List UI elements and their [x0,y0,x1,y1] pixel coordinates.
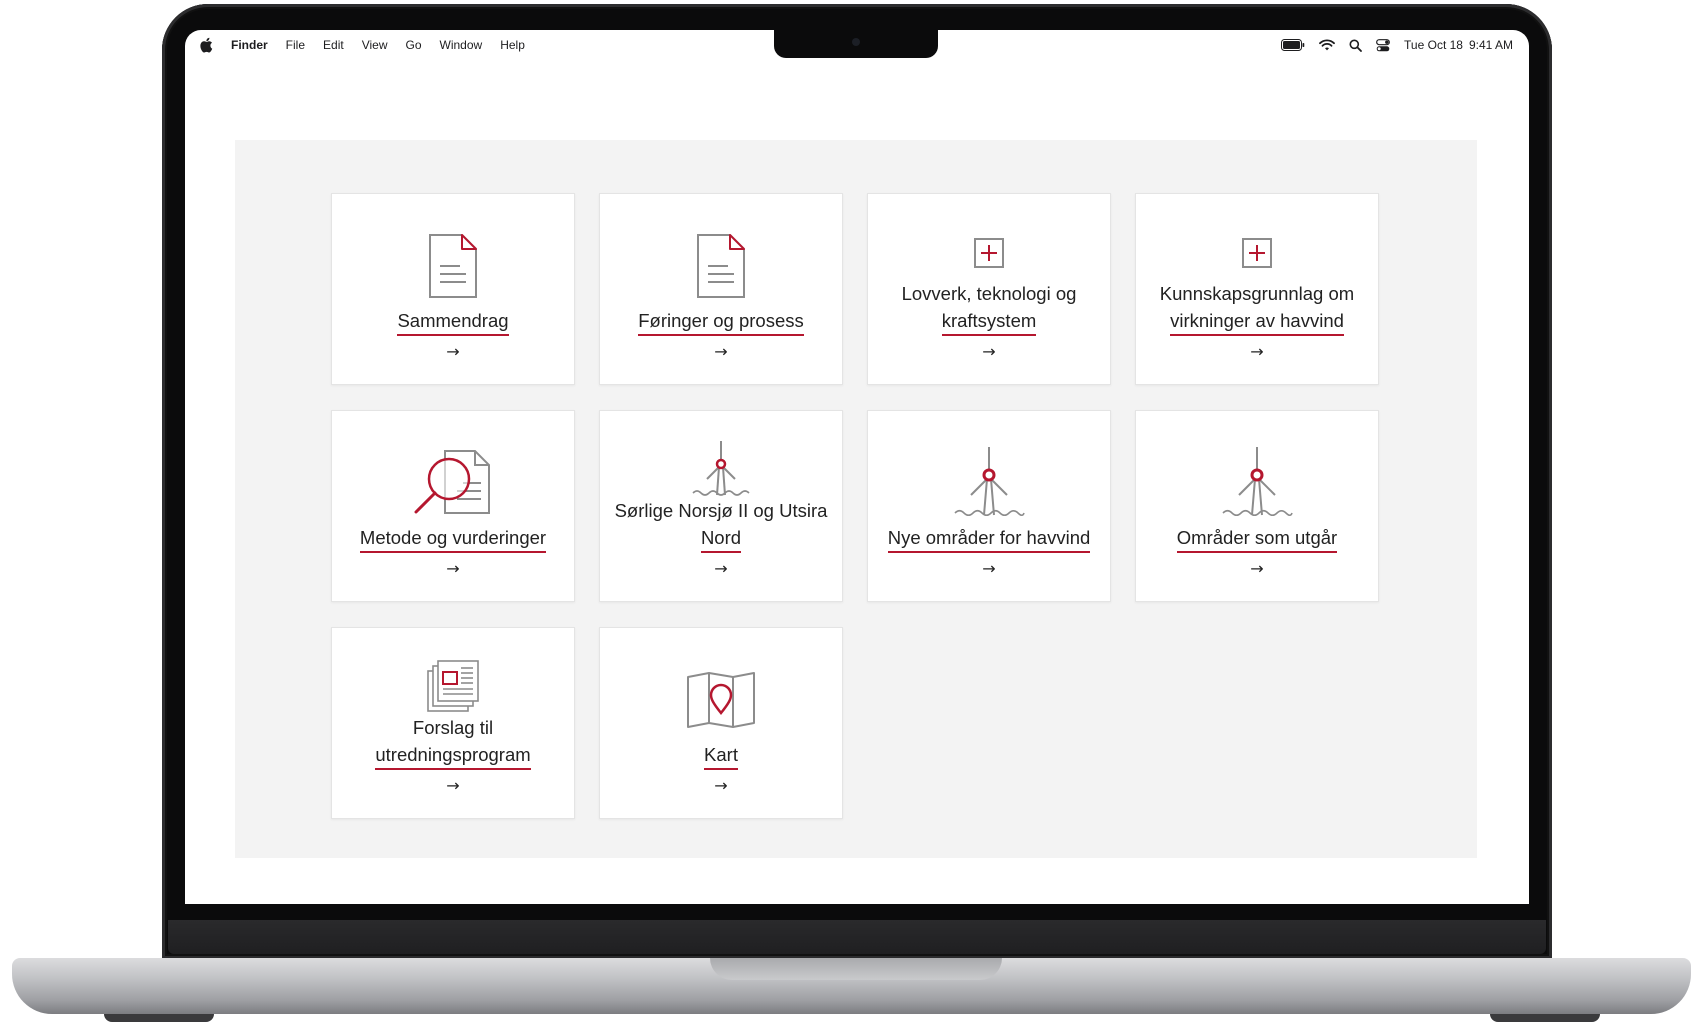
card-sammendrag[interactable]: Sammendrag → [331,193,575,385]
magnifier-document-icon [332,449,574,515]
arrow-right-icon: → [446,776,460,795]
card-label: Sammendrag [342,307,564,336]
card-forslag-til-utredningsprogram[interactable]: Forslag til utredningsprogram → [331,627,575,819]
card-label: Lovverk, teknologi og kraftsystem [878,280,1100,336]
card-label: Kart [610,741,832,770]
card-metode-og-vurderinger[interactable]: Metode og vurderinger → [331,410,575,602]
card-sorlige-nordsjo-utsira-nord[interactable]: Sørlige Norsjø II og Utsira Nord → [599,410,843,602]
card-label: Sørlige Norsjø II og Utsira Nord [610,497,832,553]
card-label: Metode og vurderinger [342,524,564,553]
document-icon [332,233,574,299]
card-label: Føringer og prosess [610,307,832,336]
screen: Finder File Edit View Go Window Help Tue… [185,30,1529,904]
control-center-icon[interactable] [1376,38,1390,52]
menu-date[interactable]: Tue Oct 18 [1404,38,1463,52]
apple-logo-icon[interactable] [199,37,213,53]
laptop-chin [168,920,1546,954]
card-kunnskapsgrunnlag[interactable]: Kunnskapsgrunnlag om virkninger av havvi… [1135,193,1379,385]
arrow-right-icon: → [714,559,728,578]
arrow-right-icon: → [982,559,996,578]
laptop-foot-right [1490,1014,1600,1022]
menu-time[interactable]: 9:41 AM [1469,38,1513,52]
card-label: Kunnskapsgrunnlag om virkninger av havvi… [1146,280,1368,336]
menu-item-go[interactable]: Go [406,38,422,52]
arrow-right-icon: → [982,342,996,361]
arrow-right-icon: → [1250,342,1264,361]
card-omrader-som-utgar[interactable]: Områder som utgår → [1135,410,1379,602]
arrow-right-icon: → [714,776,728,795]
spotlight-search-icon[interactable] [1349,39,1362,52]
document-icon [600,233,842,299]
expand-box-icon [868,237,1110,269]
arrow-right-icon: → [446,559,460,578]
battery-icon[interactable] [1281,39,1305,51]
wind-turbine-icon [600,439,842,497]
menu-app-name[interactable]: Finder [231,38,268,52]
content-panel: Sammendrag → Føringer og prosess → Lovve… [235,140,1477,858]
camera-icon [852,38,860,46]
laptop-foot-left [104,1014,214,1022]
card-foringer-og-prosess[interactable]: Føringer og prosess → [599,193,843,385]
arrow-right-icon: → [1250,559,1264,578]
expand-box-icon [1136,237,1378,269]
camera-notch [774,30,938,58]
menu-item-edit[interactable]: Edit [323,38,344,52]
wind-turbine-icon [1136,445,1378,517]
menu-item-help[interactable]: Help [500,38,525,52]
menu-item-window[interactable]: Window [440,38,483,52]
laptop-base-notch [710,958,1002,980]
card-label: Områder som utgår [1146,524,1368,553]
card-label: Nye områder for havvind [878,524,1100,553]
card-kart[interactable]: Kart → [599,627,843,819]
menu-item-view[interactable]: View [362,38,388,52]
arrow-right-icon: → [714,342,728,361]
card-label: Forslag til utredningsprogram [342,714,564,770]
card-nye-omrader-for-havvind[interactable]: Nye områder for havvind → [867,410,1111,602]
stacked-documents-icon [332,659,574,713]
card-lovverk-teknologi-kraftsystem[interactable]: Lovverk, teknologi og kraftsystem → [867,193,1111,385]
menu-item-file[interactable]: File [286,38,305,52]
arrow-right-icon: → [446,342,460,361]
wifi-icon[interactable] [1319,39,1335,51]
wind-turbine-icon [868,445,1110,517]
map-pin-icon [600,671,842,729]
